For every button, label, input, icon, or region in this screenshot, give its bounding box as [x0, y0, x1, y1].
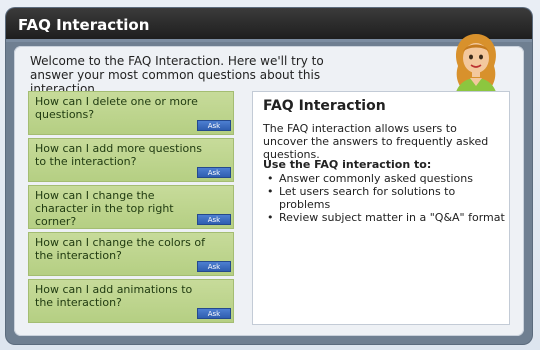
question-item[interactable]: How can I change the colors of the inter…: [28, 232, 234, 276]
main-panel: Welcome to the FAQ Interaction. Here we'…: [14, 34, 524, 336]
bullet-item: Answer commonly asked questions: [267, 172, 507, 185]
question-label: How can I change the colors of the inter…: [35, 236, 205, 262]
answer-subheading: Use the FAQ interaction to:: [263, 158, 432, 171]
woman-avatar-icon: [454, 34, 498, 100]
bullet-item: Let users search for solutions to proble…: [267, 185, 507, 211]
answer-heading: FAQ Interaction: [263, 98, 386, 114]
answer-description: The FAQ interaction allows users to unco…: [263, 122, 489, 161]
question-label: How can I delete one or more questions?: [35, 95, 198, 121]
window-title: FAQ Interaction: [18, 16, 150, 34]
question-label: How can I add animations to the interact…: [35, 283, 193, 309]
faq-window: FAQ Interaction Welcome to the FAQ Inter…: [6, 8, 532, 344]
question-item[interactable]: How can I change the character in the to…: [28, 185, 234, 229]
answer-bullet-list: Answer commonly asked questions Let user…: [267, 172, 507, 224]
stage: FAQ Interaction Welcome to the FAQ Inter…: [0, 0, 540, 350]
intro-text: Welcome to the FAQ Interaction. Here we'…: [30, 54, 324, 96]
question-item[interactable]: How can I add animations to the interact…: [28, 279, 234, 323]
question-list: How can I delete one or more questions? …: [28, 91, 242, 325]
ask-button[interactable]: Ask: [197, 214, 231, 225]
ask-button[interactable]: Ask: [197, 167, 231, 178]
ask-button[interactable]: Ask: [197, 261, 231, 272]
answer-panel: FAQ Interaction The FAQ interaction allo…: [252, 91, 510, 325]
question-label: How can I add more questions to the inte…: [35, 142, 202, 168]
question-label: How can I change the character in the to…: [35, 189, 174, 228]
ask-button[interactable]: Ask: [197, 308, 231, 319]
question-item[interactable]: How can I delete one or more questions? …: [28, 91, 234, 135]
bullet-item: Review subject matter in a "Q&A" format: [267, 211, 507, 224]
ask-button[interactable]: Ask: [197, 120, 231, 131]
question-item[interactable]: How can I add more questions to the inte…: [28, 138, 234, 182]
